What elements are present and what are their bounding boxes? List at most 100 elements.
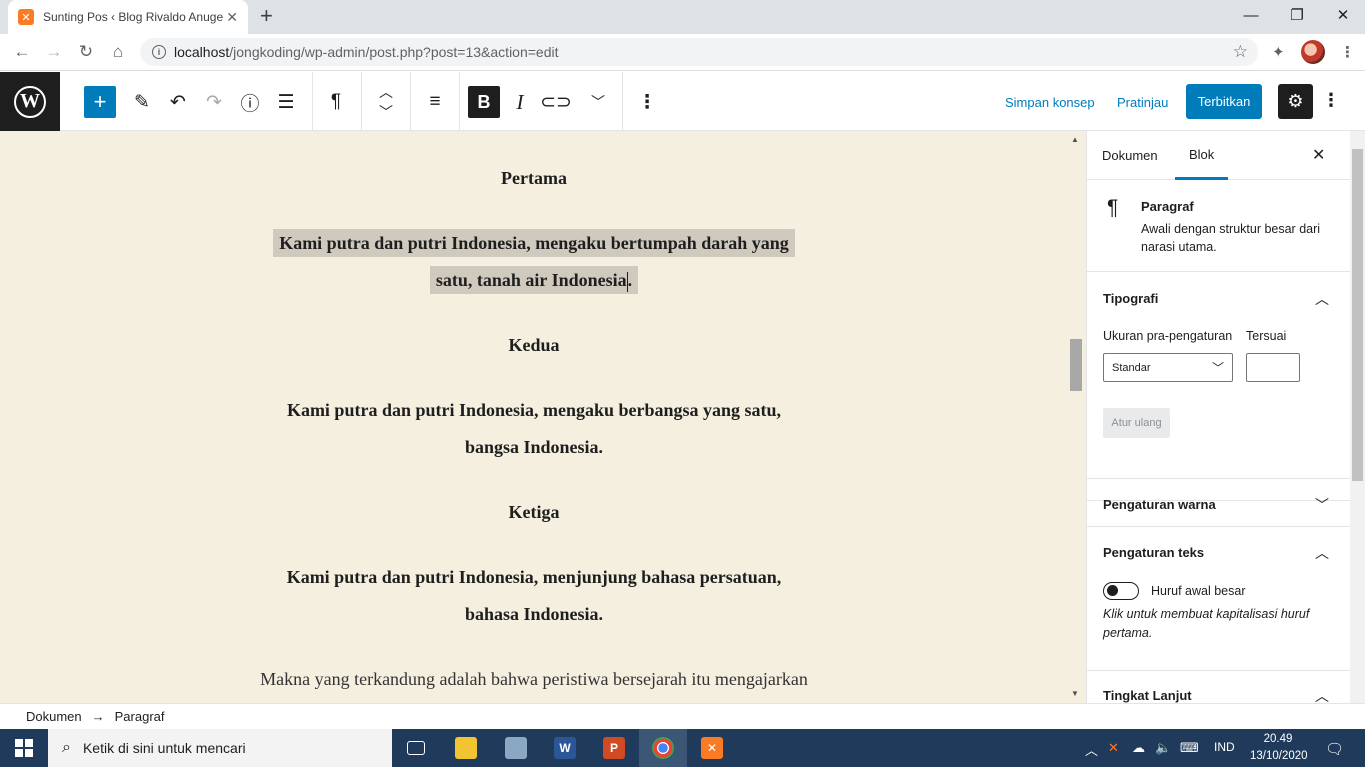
tab-title: Sunting Pos ‹ Blog Rivaldo Anuge [43,10,223,24]
tray-volume-icon[interactable]: 🔈 [1155,740,1171,756]
list-view-icon[interactable]: ☰ [270,86,302,118]
paragraph-block[interactable]: Kami putra dan putri Indonesia, menjunju… [220,559,848,633]
italic-button[interactable]: I [504,86,536,118]
photos-app-icon[interactable] [492,729,540,767]
powerpoint-icon[interactable]: P [590,729,638,767]
selected-text-line: satu, tanah air Indonesia. [429,266,639,294]
home-icon[interactable]: ⌂ [106,40,130,64]
word-icon[interactable]: W [541,729,589,767]
extensions-puzzle-icon[interactable]: ✦ [1272,43,1285,61]
chevron-up-icon[interactable]: ︿ [1315,543,1329,563]
block-options-icon[interactable]: ⋮ [631,86,663,118]
chrome-icon[interactable] [639,729,687,767]
editor-canvas[interactable]: Pertama Kami putra dan putri Indonesia, … [0,131,1086,703]
browser-menu-icon[interactable]: ⋮ [1340,43,1355,61]
drop-cap-toggle[interactable] [1103,582,1139,600]
move-up-icon[interactable]: ︿ [370,82,402,102]
search-icon: ⌕ [62,739,71,756]
task-view-icon[interactable] [392,729,440,767]
paragraph-block-selected[interactable]: Kami putra dan putri Indonesia, mengaku … [220,225,848,299]
taskbar-search[interactable]: ⌕ Ketik di sini untuk mencari [48,729,392,767]
block-name: Paragraf [1141,199,1194,214]
scroll-down-icon[interactable]: ▼ [1071,689,1079,698]
preview-button[interactable]: Pratinjau [1117,95,1168,110]
info-icon[interactable]: ⓘ [234,86,266,118]
tools-pencil-icon[interactable]: ✎ [126,86,158,118]
file-explorer-icon[interactable] [442,729,490,767]
panel-title[interactable]: Tipografi [1103,291,1158,306]
breadcrumb-paragraph[interactable]: Paragraf [115,709,165,724]
add-block-button[interactable]: + [84,86,116,118]
save-draft-button[interactable]: Simpan konsep [1005,95,1095,110]
sidebar-tabs: Dokumen Blok ✕ [1087,131,1350,180]
paragraph-line: bahasa Indonesia. [464,604,604,624]
site-info-icon[interactable]: i [152,45,166,59]
reload-icon[interactable]: ↻ [74,40,98,64]
tab-block[interactable]: Blok [1175,131,1229,180]
font-size-select[interactable]: Standar ﹀ [1103,353,1233,382]
more-formatting-chevron-icon[interactable]: ﹀ [582,86,614,118]
breadcrumb-arrow-icon: → [91,709,105,724]
redo-icon[interactable]: ↷ [198,86,230,118]
settings-gear-icon[interactable]: ⚙ [1278,84,1313,119]
selected-text-line: Kami putra dan putri Indonesia, mengaku … [273,229,795,257]
chevron-down-icon[interactable]: ﹀ [1315,495,1329,515]
breadcrumb-document[interactable]: Dokumen [26,709,82,724]
heading-block[interactable]: Pertama [220,168,848,189]
back-icon[interactable]: ← [10,40,34,64]
forward-icon[interactable]: → [42,40,66,64]
tray-chevron-up-icon[interactable]: ︿ [1085,740,1098,759]
tray-language[interactable]: IND [1214,740,1235,754]
chevron-up-icon[interactable]: ︿ [1315,686,1329,703]
sidebar-scrollbar[interactable] [1350,131,1365,703]
font-size-select-value: Standar [1112,361,1151,374]
paragraph-block-icon[interactable]: ¶ [320,86,352,118]
heading-block[interactable]: Kedua [220,335,848,356]
browser-tab-active[interactable]: ✕ Sunting Pos ‹ Blog Rivaldo Anuge ✕ [8,0,248,34]
notification-center-icon[interactable]: 🗨 [1325,740,1344,758]
advanced-panel[interactable]: Tingkat Lanjut ︿ [1087,671,1350,703]
chevron-up-icon[interactable]: ︿ [1315,289,1329,309]
windows-taskbar: ⌕ Ketik di sini untuk mencari W P ✕ ︿ ✕ … [0,729,1365,767]
restore-button[interactable]: ❐ [1274,0,1320,30]
profile-avatar[interactable] [1301,40,1325,64]
panel-title[interactable]: Pengaturan teks [1103,545,1204,560]
paragraph-block[interactable]: Kami putra dan putri Indonesia, mengaku … [220,392,848,466]
start-button[interactable] [0,729,48,767]
bold-button[interactable]: B [468,86,500,118]
tray-keyboard-icon[interactable]: ⌨ [1180,740,1199,756]
xampp-icon[interactable]: ✕ [688,729,736,767]
editor-more-options-icon[interactable]: ⋮ [1322,90,1340,111]
taskbar-clock[interactable]: 20.49 13/10/2020 [1250,731,1308,765]
typography-panel: Tipografi ︿ [1087,272,1350,501]
preset-size-label: Ukuran pra-pengaturan [1103,329,1233,343]
align-center-icon[interactable]: ≡ [419,86,451,118]
block-description: Awali dengan struktur besar dari narasi … [1141,222,1321,254]
tab-document[interactable]: Dokumen [1102,131,1158,180]
new-tab-button[interactable]: + [260,5,273,27]
editor-scrollbar[interactable]: ▲ ▼ [1068,131,1085,703]
address-bar[interactable]: i localhost/jongkoding/wp-admin/post.php… [140,38,1258,66]
scrollbar-thumb[interactable] [1352,149,1363,481]
scroll-up-icon[interactable]: ▲ [1071,135,1079,144]
tray-network-icon[interactable]: ☁ [1132,740,1145,756]
close-sidebar-icon[interactable]: ✕ [1312,145,1325,165]
color-settings-panel[interactable]: Pengaturan warna ﹀ [1087,478,1350,527]
tray-xampp-icon[interactable]: ✕ [1108,740,1119,756]
block-card: ¶ Paragraf Awali dengan struktur besar d… [1087,180,1350,272]
paragraph-line: bangsa Indonesia. [464,437,604,457]
bookmark-star-icon[interactable]: ☆ [1233,42,1248,62]
publish-button[interactable]: Terbitkan [1186,84,1262,119]
scrollbar-thumb[interactable] [1070,339,1082,391]
window-close-button[interactable]: ✕ [1320,0,1365,30]
tab-close-icon[interactable]: ✕ [226,9,238,26]
reset-button[interactable]: Atur ulang [1103,408,1170,438]
heading-block[interactable]: Ketiga [220,502,848,523]
paragraph-block[interactable]: Makna yang terkandung adalah bahwa peris… [220,669,848,690]
move-down-icon[interactable]: ﹀ [370,102,402,122]
wordpress-logo-icon[interactable]: W [0,72,60,131]
link-icon[interactable]: ⊂⊃ [540,86,572,118]
minimize-button[interactable]: — [1228,0,1274,30]
undo-icon[interactable]: ↶ [162,86,194,118]
custom-size-input[interactable] [1246,353,1300,382]
